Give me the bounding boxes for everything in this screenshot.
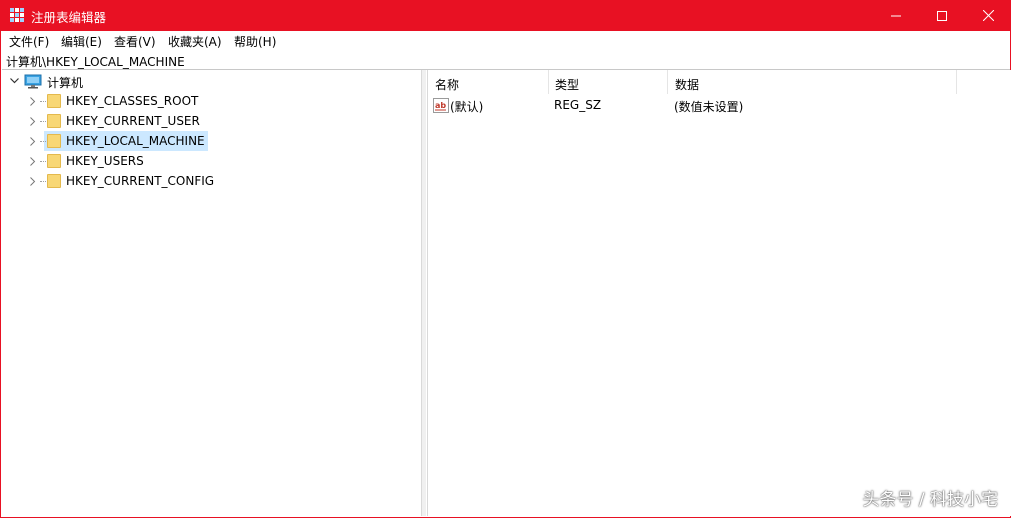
address-path[interactable]: 计算机\HKEY_LOCAL_MACHINE <box>6 53 185 70</box>
column-header-data[interactable]: 数据 <box>668 70 957 94</box>
tree-root-computer[interactable]: 计算机 <box>2 71 202 91</box>
minimize-icon <box>891 15 901 16</box>
menu-file[interactable]: 文件(F) <box>9 33 49 50</box>
column-header-name[interactable]: 名称 <box>428 70 549 94</box>
collapse-chevron-icon[interactable] <box>8 71 20 91</box>
menu-view[interactable]: 查看(V) <box>114 33 156 50</box>
tree-item-hkey-classes-root[interactable]: HKEY_CLASSES_ROOT <box>2 91 262 111</box>
column-header-label: 数据 <box>675 78 700 92</box>
expand-chevron-icon[interactable] <box>27 171 39 191</box>
expand-chevron-icon[interactable] <box>27 151 39 171</box>
folder-icon <box>47 114 61 128</box>
menu-help[interactable]: 帮助(H) <box>234 33 276 50</box>
folder-icon <box>47 174 61 188</box>
expand-chevron-icon[interactable] <box>27 131 39 151</box>
key-tree-pane[interactable]: 计算机 HKEY_CLASSES_ROOT HKEY_CURRENT_USER <box>2 70 422 516</box>
expand-chevron-icon[interactable] <box>27 111 39 131</box>
tree-item-label: HKEY_USERS <box>66 154 144 168</box>
minimize-button[interactable] <box>873 0 919 31</box>
folder-icon <box>47 134 61 148</box>
menu-bar: 文件(F) 编辑(E) 查看(V) 收藏夹(A) 帮助(H) <box>2 31 1010 52</box>
tree-item-label: HKEY_CURRENT_CONFIG <box>66 174 215 188</box>
expand-chevron-icon[interactable] <box>27 91 39 111</box>
string-value-icon: ab <box>433 98 449 113</box>
menu-edit[interactable]: 编辑(E) <box>61 33 102 50</box>
computer-icon <box>24 74 42 89</box>
close-icon <box>982 10 994 21</box>
folder-icon <box>47 94 61 108</box>
address-bar[interactable]: 计算机\HKEY_LOCAL_MACHINE <box>2 51 1010 70</box>
title-bar[interactable]: 注册表编辑器 <box>1 0 1011 31</box>
tree-item-label: HKEY_LOCAL_MACHINE <box>66 134 205 148</box>
column-header-type[interactable]: 类型 <box>548 70 668 94</box>
registry-editor-app-icon <box>10 8 24 22</box>
values-list-pane[interactable]: 名称 类型 数据 ab (默认) REG_SZ (数值未设置) <box>427 70 1011 516</box>
svg-text:ab: ab <box>435 101 446 110</box>
tree-root-label: 计算机 <box>47 76 84 90</box>
menu-favorites[interactable]: 收藏夹(A) <box>168 33 222 50</box>
value-data: (数值未设置) <box>674 100 744 114</box>
maximize-button[interactable] <box>919 0 965 31</box>
column-header-label: 类型 <box>555 78 580 92</box>
window-title: 注册表编辑器 <box>31 10 107 25</box>
tree-item-hkey-users[interactable]: HKEY_USERS <box>2 151 262 171</box>
tree-item-hkey-current-user[interactable]: HKEY_CURRENT_USER <box>2 111 262 131</box>
watermark-text: 头条号 / 科技小宅 <box>862 490 998 510</box>
tree-item-hkey-current-config[interactable]: HKEY_CURRENT_CONFIG <box>2 171 262 191</box>
maximize-icon <box>937 10 947 21</box>
value-type: REG_SZ <box>554 98 602 112</box>
pane-splitter[interactable] <box>422 70 426 516</box>
value-name: (默认) <box>450 100 484 114</box>
tree-item-label: HKEY_CLASSES_ROOT <box>66 94 199 108</box>
folder-icon <box>47 154 61 168</box>
column-header-label: 名称 <box>435 78 460 92</box>
tree-item-label: HKEY_CURRENT_USER <box>66 114 200 128</box>
registry-editor-window: 注册表编辑器 文件(F) 编辑(E) 查看(V) 收藏夹(A) 帮助(H) 计算… <box>0 0 1011 518</box>
tree-item-hkey-local-machine[interactable]: HKEY_LOCAL_MACHINE <box>2 131 262 151</box>
close-button[interactable] <box>965 0 1011 31</box>
